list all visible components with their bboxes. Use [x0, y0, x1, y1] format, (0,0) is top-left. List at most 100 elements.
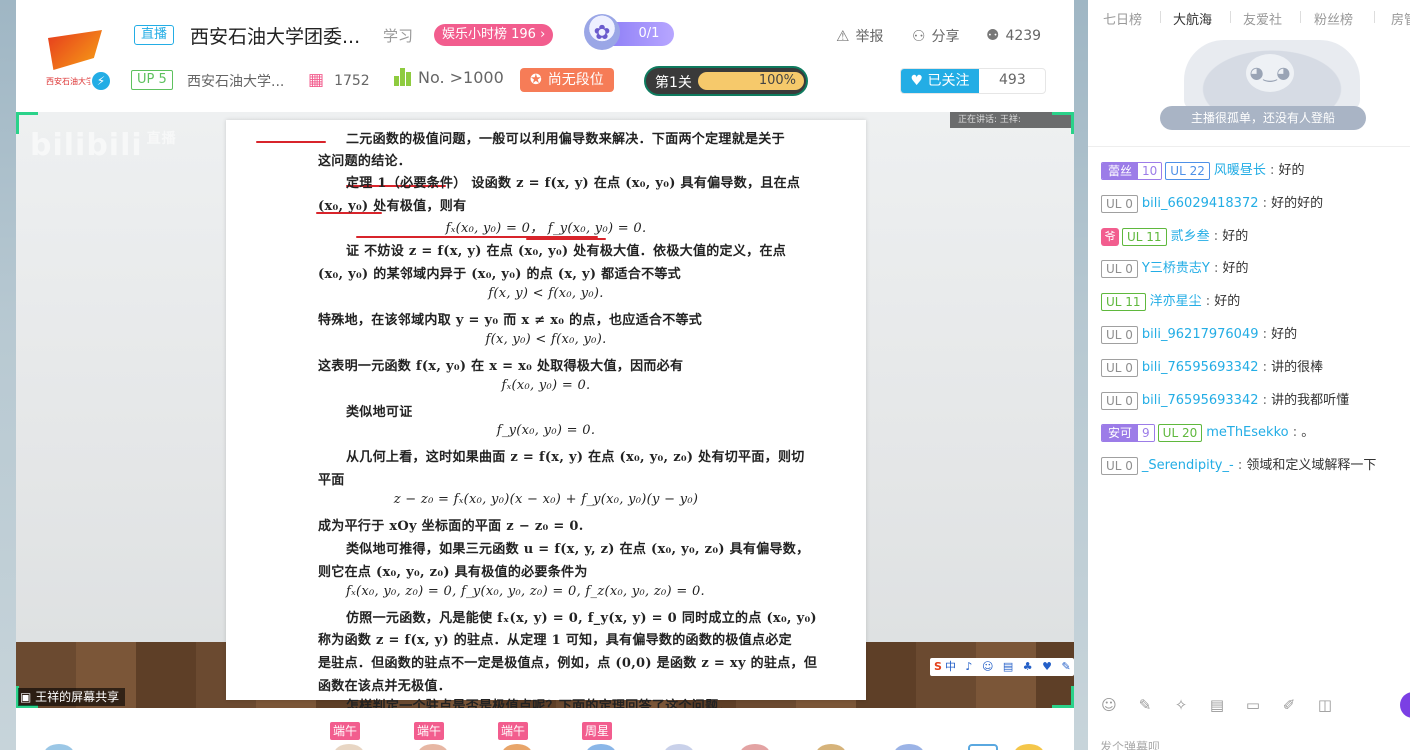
user-level-badge: UL 22	[1165, 162, 1210, 180]
guard-empty-state: ◕‿◕ 主播很孤单，还没有人登船	[1088, 34, 1410, 136]
anchor-avatar[interactable]: 西安石油大学 ⚡	[44, 26, 112, 92]
document-line: 二元函数的极值问题，一般可以利用偏导数来解决．下面两个定理就是关于	[346, 132, 785, 147]
watermark-sub: 直播	[146, 131, 177, 147]
gift-tag: 端午	[414, 722, 445, 740]
tab-fans[interactable]: 粉丝榜	[1314, 9, 1353, 28]
sparkle-icon[interactable]: ✧	[1170, 694, 1192, 716]
danmaku-username[interactable]: Y三桥贵志Y	[1142, 261, 1210, 276]
gift-item[interactable]	[808, 722, 848, 750]
report-button[interactable]: ⚠ 举报	[836, 26, 883, 46]
fan-medal-name: 蕾丝	[1102, 163, 1139, 179]
popularity-rank-value: No. >1000	[418, 68, 504, 87]
tab-guard[interactable]: 大航海	[1173, 9, 1212, 28]
screen-icon[interactable]: ▭	[1242, 694, 1264, 716]
gift-icon	[664, 744, 694, 750]
tab-admins[interactable]: 房管	[1391, 9, 1410, 28]
area-link[interactable]: 学习	[383, 25, 413, 46]
danmaku-message[interactable]: UL 0 _Serendipity_- : 领域和定义域解释一下	[1101, 456, 1376, 476]
tab-fan-club[interactable]: 友爱社	[1243, 9, 1282, 28]
danmaku-input[interactable]: 发个弹幕呗	[1100, 738, 1160, 750]
hour-rank-pill[interactable]: 娱乐小时榜 196 ›	[434, 24, 554, 46]
gift-item[interactable]	[656, 722, 696, 750]
danmaku-text: 好的	[1222, 228, 1249, 244]
danmaku-message[interactable]: 爷 UL 11 贰乡叁 : 好的	[1101, 227, 1248, 247]
gift-item[interactable]	[886, 722, 926, 750]
share-button[interactable]: ⚇ 分享	[912, 26, 959, 46]
room-title: 西安石油大学团委...	[190, 26, 361, 48]
danmaku-username[interactable]: bili_66029418372	[1142, 196, 1259, 211]
danmaku-username[interactable]: meThEsekko	[1206, 425, 1288, 440]
document-line: 这问题的结论．	[318, 154, 412, 169]
document-line: 则它在点 (x₀, y₀, z₀) 具有极值的必要条件为	[318, 565, 588, 580]
document-line: 类似地可证	[346, 405, 413, 420]
mascot-task[interactable]: 0/1 ✿	[584, 14, 674, 50]
edit-icon[interactable]: ✐	[1278, 694, 1300, 716]
document-line: 函数在该点并无极值．	[318, 679, 452, 694]
ime-toolbar[interactable]: S中 ♪ ☺ ▤ ♣ ♥ ✎	[930, 658, 1074, 676]
palette-icon[interactable]: ✎	[1134, 694, 1156, 716]
danmaku-message[interactable]: 蕾丝 10 UL 22 风暖昼长 : 好的	[1101, 161, 1305, 181]
clipboard-icon[interactable]: ▤	[1206, 694, 1228, 716]
gift-bar: 端午 端午 端午 周星	[16, 708, 1074, 750]
record-icon[interactable]: ◫	[1314, 694, 1336, 716]
gift-item[interactable]	[732, 722, 772, 750]
document-line: 这表明一元函数 f(x, y₀) 在 x = x₀ 处取得极大值，因而必有	[318, 359, 684, 374]
gift-item[interactable]: 端午	[494, 722, 534, 750]
follow-button[interactable]: ♥ 已关注	[901, 69, 979, 93]
danmaku-text: 好的	[1271, 327, 1298, 342]
emoji-icon[interactable]: ☺	[1098, 694, 1120, 716]
screen-share-text: 王祥的屏幕共享	[35, 690, 120, 704]
user-level-badge: UL 0	[1101, 326, 1138, 344]
gift-item[interactable]	[1006, 722, 1046, 750]
danmaku-username[interactable]: bili_96217976049	[1142, 327, 1259, 342]
popularity-rank[interactable]: No. >1000	[394, 68, 504, 90]
danmaku-message[interactable]: 安可 9 UL 20 meThEsekko : 。	[1101, 423, 1314, 443]
gift-icon	[816, 744, 846, 750]
red-underline	[356, 236, 526, 238]
follower-count: 493	[999, 72, 1026, 88]
gift-item[interactable]: 周星	[578, 722, 618, 750]
colon-separator: :	[1201, 294, 1215, 310]
screen-share-label: ▣ 王祥的屏幕共享	[18, 688, 126, 706]
document-line: fₓ(x₀, y₀, z₀) = 0, f_y(x₀, y₀, z₀) = 0,…	[346, 584, 705, 599]
video-player[interactable]: bilibili 直播 正在讲话: 王祥: 二元函数的极值问题，一般可以利用偏导数…	[16, 112, 1074, 708]
fan-medal[interactable]: 安可 9	[1101, 424, 1155, 443]
danmaku-username[interactable]: bili_76595693342	[1142, 360, 1259, 375]
danmaku-message[interactable]: UL 0 bili_76595693342 : 讲的很棒	[1101, 358, 1323, 378]
level-progress[interactable]: 第1关 100%	[644, 66, 808, 96]
share-icon: ⚇	[912, 27, 926, 45]
chevron-right-icon: ›	[540, 27, 546, 42]
gift-icon	[502, 744, 532, 750]
danmaku-username[interactable]: bili_76595693342	[1142, 393, 1259, 408]
watermark-text: bilibili	[30, 128, 143, 163]
gift-item[interactable]	[960, 722, 1000, 750]
gift-item[interactable]: 端午	[326, 722, 366, 750]
segment-pill[interactable]: ✪ 尚无段位	[520, 68, 614, 92]
anchor-name[interactable]: 西安石油大学...	[187, 71, 284, 91]
danmaku-message[interactable]: UL 0 bili_66029418372 : 好的好的	[1101, 194, 1323, 214]
gift-item[interactable]	[36, 722, 76, 750]
tab-seven-day[interactable]: 七日榜	[1103, 9, 1142, 28]
fan-medal[interactable]: 蕾丝 10	[1101, 162, 1163, 180]
lightning-icon: ⚡	[90, 70, 112, 92]
user-level-badge: UL 0	[1101, 358, 1138, 377]
danmaku-text: 讲的我都听懂	[1271, 392, 1350, 408]
danmaku-username[interactable]: _Serendipity_-	[1142, 458, 1234, 473]
danmaku-username[interactable]: 洋亦星尘	[1150, 294, 1202, 309]
level-progress-bar: 100%	[698, 72, 804, 90]
danmaku-message[interactable]: UL 0 bili_76595693342 : 讲的我都听懂	[1101, 391, 1349, 411]
gift-tag: 端午	[498, 722, 529, 740]
danmaku-message[interactable]: UL 0 Y三桥贵志Y : 好的	[1101, 259, 1248, 279]
gift-item[interactable]: 端午	[410, 722, 450, 750]
user-level-badge: UL 11	[1101, 293, 1146, 312]
danmaku-message[interactable]: UL 0 bili_96217976049 : 好的	[1101, 325, 1297, 345]
up-level-badge: UP 5	[131, 70, 173, 90]
danmaku-message[interactable]: UL 11 洋亦星尘 : 好的	[1101, 292, 1240, 312]
danmaku-text: 领域和定义域解释一下	[1246, 458, 1377, 474]
danmaku-username[interactable]: 贰乡叁	[1171, 229, 1210, 244]
tab-divider	[1230, 11, 1231, 23]
mascot-face-icon: ◕‿◕	[1246, 54, 1294, 92]
tab-divider	[1374, 11, 1375, 23]
danmaku-username[interactable]: 风暖昼长	[1214, 163, 1266, 178]
danmaku-text: 。	[1301, 425, 1315, 441]
